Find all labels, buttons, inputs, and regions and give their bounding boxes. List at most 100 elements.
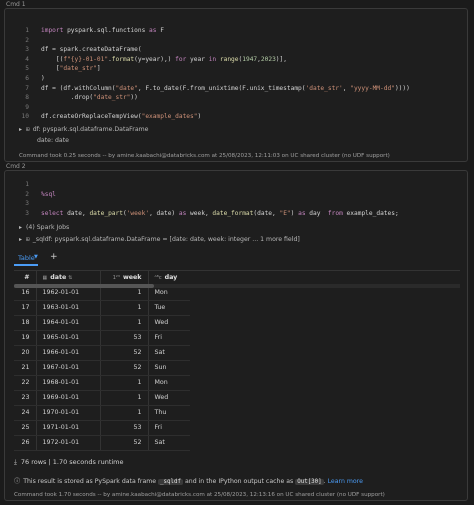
- code-token: (date,: [253, 209, 280, 217]
- code-line: 1 import pyspark.sql.functions as F: [17, 27, 164, 36]
- table-row: 22 1968-01-01 1 Mon: [14, 375, 190, 391]
- cell-date: 1970-01-01: [36, 405, 101, 421]
- code-line: 4 [(f"{y}-01-01".format(y=year),) for ye…: [17, 56, 287, 65]
- download-icon[interactable]: ⤓: [14, 458, 17, 466]
- code-token: date_part: [89, 209, 123, 217]
- code-token: ): [197, 113, 202, 121]
- column-header-day[interactable]: ᴬᴮc day: [148, 271, 190, 286]
- table-row: 18 1964-01-01 1 Wed: [14, 315, 190, 331]
- code-token: 'week': [126, 209, 150, 217]
- line-number: 6: [25, 75, 29, 82]
- cell-index: 22: [14, 375, 37, 391]
- code-line: 5 ["date_str"]: [17, 65, 101, 74]
- code-token: , date): [149, 209, 179, 217]
- table-icon: ⊞: [26, 236, 30, 243]
- cell-index: 21: [14, 360, 37, 376]
- cell2-label: Cmd 2: [6, 163, 26, 170]
- code-token: df = spark.createDataFrame(: [41, 46, 142, 54]
- expand-caret-icon[interactable]: ▸: [19, 224, 22, 231]
- cell-day: Fri: [148, 420, 190, 436]
- add-visualization-icon[interactable]: +: [50, 252, 58, 262]
- rows-summary-text: 76 rows | 1.70 seconds runtime: [20, 458, 124, 466]
- code-line: 6): [17, 75, 45, 84]
- code-token: format: [111, 55, 135, 63]
- expand-caret-icon[interactable]: ▸: [19, 236, 22, 243]
- code-token: select: [41, 209, 64, 217]
- cell-week: 1: [100, 375, 149, 391]
- tab-table[interactable]: Table: [18, 254, 35, 262]
- cell-week: 52: [100, 360, 149, 376]
- line-number: 3: [25, 209, 29, 217]
- table-row: 17 1963-01-01 1 Tue: [14, 300, 190, 316]
- table-row: 26 1972-01-01 52 Sat: [14, 435, 190, 451]
- code-token: )))): [394, 84, 410, 92]
- expand-caret-icon[interactable]: ▸: [19, 126, 22, 133]
- cell-day: Sun: [148, 360, 190, 376]
- info-bar: ⓘ This result is stored as PySpark data f…: [14, 478, 363, 485]
- cell-index: 23: [14, 390, 37, 406]
- cell-index: 25: [14, 420, 37, 436]
- line-number: 3: [25, 46, 29, 54]
- table-body: 16 1962-01-01 1 Mon 17 1963-01-01 1 Tue 18 1964-0…: [14, 285, 190, 451]
- column-header-week[interactable]: 1²³ week: [100, 271, 149, 286]
- chevron-down-icon[interactable]: ▼: [34, 254, 38, 260]
- cell-date: 1965-01-01: [36, 330, 101, 346]
- result-table-container[interactable]: # ▦ date ⇅ 1²³ week ᴬᴮc day 16 1962-01-01 1 Mon…: [14, 270, 460, 456]
- cell-day: Wed: [148, 315, 190, 331]
- scrollbar-thumb[interactable]: [14, 284, 154, 288]
- table-icon: ⊞: [26, 126, 30, 133]
- line-number: 2: [25, 36, 29, 44]
- horizontal-scrollbar[interactable]: [14, 284, 460, 288]
- code-token: week,: [186, 209, 213, 217]
- code-line: 9: [17, 104, 41, 113]
- table-header-row: # ▦ date ⇅ 1²³ week ᴬᴮc day: [14, 271, 190, 286]
- cell-date: 1967-01-01: [36, 360, 101, 376]
- line-number: 3: [25, 200, 29, 208]
- cell-index: 18: [14, 315, 37, 331]
- code-token: df = (df.withColumn(: [41, 84, 116, 92]
- rows-summary: ⤓ 76 rows | 1.70 seconds runtime: [14, 458, 124, 470]
- numeric-type-icon: 1²³: [112, 275, 120, 282]
- table-row: 23 1969-01-01 1 Wed: [14, 390, 190, 406]
- cell-index: 24: [14, 405, 37, 421]
- code-token: "date_str": [93, 94, 131, 102]
- cell-date: 1972-01-01: [36, 435, 101, 451]
- learn-more-link[interactable]: Learn more: [328, 478, 363, 485]
- cell-index: 26: [14, 435, 37, 451]
- cell-date: 1969-01-01: [36, 390, 101, 406]
- code-token: for: [175, 55, 187, 63]
- cell2-footer: Command took 1.70 seconds -- by amine.ka…: [14, 492, 385, 498]
- string-type-icon: ᴬᴮc: [154, 275, 162, 282]
- cell-day: Fri: [148, 330, 190, 346]
- column-header-date-label: date: [50, 274, 67, 282]
- code-token: day: [305, 209, 328, 217]
- active-tab-indicator: [14, 264, 38, 266]
- sqldf-text: _sqldf: pyspark.sql.dataframe.DataFrame …: [32, 236, 300, 243]
- code-line: 3 df = spark.createDataFrame(: [17, 46, 142, 55]
- sqldf-output[interactable]: ▸ ⊞ _sqldf: pyspark.sql.dataframe.DataFram…: [19, 236, 300, 243]
- code-token: as: [149, 27, 157, 34]
- line-number: 10: [21, 113, 29, 121]
- cell1-output-df[interactable]: ▸ ⊞ df: pyspark.sql.dataframe.DataFrame: [19, 126, 148, 133]
- code-token: ): [41, 75, 45, 82]
- code-token: range: [219, 55, 239, 63]
- line-number: 8: [25, 94, 29, 102]
- cell1-container[interactable]: 1 import pyspark.sql.functions as F 2 3 df =…: [4, 8, 468, 162]
- column-header-index: #: [14, 271, 37, 286]
- code-token: date_format: [212, 209, 254, 217]
- column-header-week-label: week: [122, 274, 142, 282]
- code-token: ]: [96, 65, 101, 73]
- column-header-day-label: day: [164, 274, 178, 282]
- code-token: .drop(: [41, 94, 94, 102]
- column-header-date[interactable]: ▦ date ⇅: [36, 271, 101, 286]
- code-token: 1947: [242, 55, 258, 63]
- code-token: date,: [63, 209, 90, 217]
- cell-index: 20: [14, 345, 37, 361]
- line-number: 1: [25, 27, 29, 34]
- cell-index: 17: [14, 300, 37, 316]
- spark-jobs-toggle[interactable]: ▸ (4) Spark Jobs: [19, 224, 69, 231]
- code-token: year: [186, 55, 209, 63]
- sort-icon[interactable]: ⇅: [68, 275, 72, 281]
- code-token: [(: [41, 55, 64, 63]
- calendar-icon: ▦: [42, 275, 48, 282]
